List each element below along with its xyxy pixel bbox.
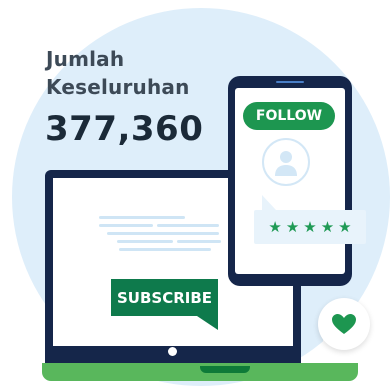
- phone-speaker: [276, 81, 304, 83]
- text-line: [99, 216, 185, 219]
- follow-button[interactable]: FOLLOW: [243, 102, 335, 130]
- text-line: [157, 224, 219, 227]
- text-line: [99, 224, 153, 227]
- laptop-notch: [200, 366, 250, 373]
- subscribe-button[interactable]: SUBSCRIBE: [111, 279, 218, 316]
- laptop-base: [42, 363, 358, 381]
- user-icon: [262, 138, 310, 186]
- total-count: 377,360: [45, 109, 204, 149]
- subscribe-bubble-tail: [197, 316, 218, 330]
- heart-bubble[interactable]: [318, 298, 370, 350]
- heart-icon: [332, 314, 356, 334]
- star-icon: ★: [338, 217, 352, 236]
- text-line: [117, 240, 173, 243]
- rating-bubble-tail: [262, 195, 276, 210]
- star-icon: ★: [268, 217, 282, 236]
- text-line: [119, 248, 211, 251]
- rating-stars: ★ ★ ★ ★ ★: [254, 210, 366, 244]
- star-icon: ★: [285, 217, 300, 236]
- camera-dot: [168, 347, 177, 356]
- page-title: Jumlah Keseluruhan: [46, 45, 190, 101]
- title-line-2: Keseluruhan: [46, 75, 190, 99]
- star-icon: ★: [320, 217, 335, 236]
- star-icon: ★: [303, 217, 317, 236]
- text-line: [107, 232, 219, 235]
- text-line: [177, 240, 221, 243]
- title-line-1: Jumlah: [46, 47, 125, 71]
